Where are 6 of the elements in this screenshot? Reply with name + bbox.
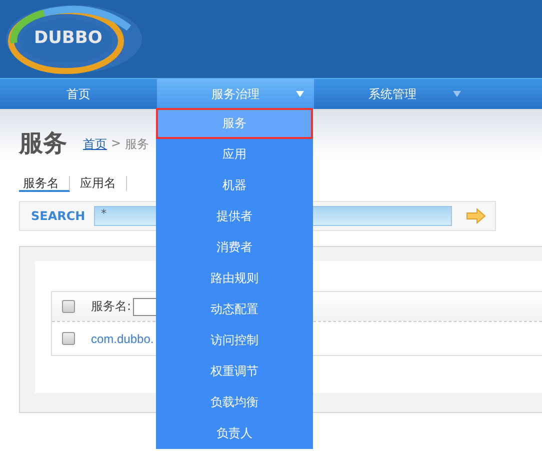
breadcrumb-current: 服务 — [125, 136, 150, 153]
page-title: 服务 — [19, 128, 67, 159]
breadcrumb-separator: > — [111, 136, 122, 152]
search-label: SEARCH — [30, 209, 86, 223]
logo-text: DUBBO — [34, 28, 102, 48]
column-label: 服务名: — [91, 298, 132, 315]
